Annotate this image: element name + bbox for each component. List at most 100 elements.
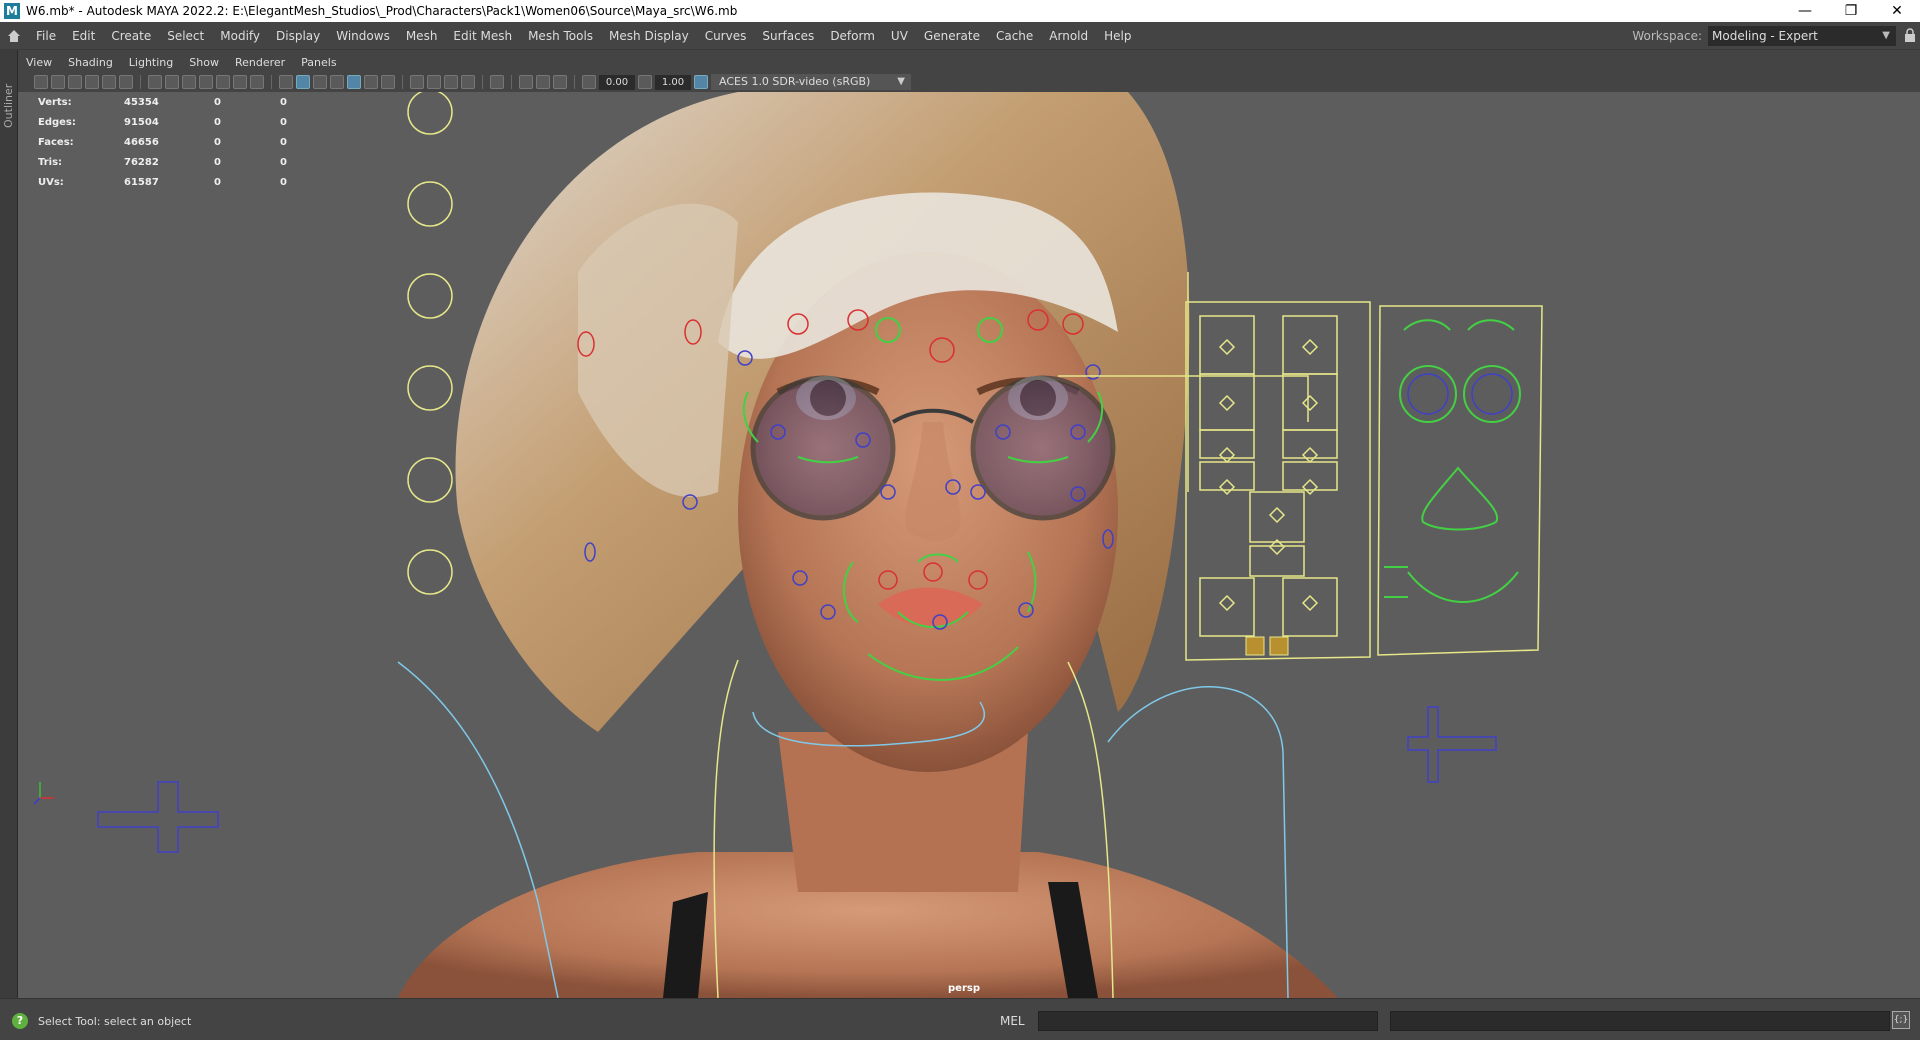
minimize-button[interactable]: — (1782, 0, 1828, 22)
hud-value: 0 (214, 116, 221, 128)
lock-icon[interactable] (1904, 28, 1916, 42)
hud-label: Verts: (38, 96, 72, 108)
menu-surfaces[interactable]: Surfaces (754, 22, 822, 50)
field-chart-icon[interactable] (216, 75, 230, 89)
hud-value: 91504 (124, 116, 159, 128)
mel-label[interactable]: MEL (1000, 1014, 1025, 1028)
restore-button[interactable]: ❐ (1828, 0, 1874, 22)
hud-value: 0 (280, 136, 287, 148)
outliner-tab[interactable]: Outliner (2, 58, 15, 128)
panel-menu-show[interactable]: Show (181, 56, 227, 69)
camera-label: persp (948, 983, 980, 994)
use-all-lights-icon[interactable] (364, 75, 378, 89)
grease-pencil-icon[interactable] (119, 75, 133, 89)
hud-value: 46656 (124, 136, 159, 148)
camera-attributes-icon[interactable] (51, 75, 65, 89)
anti-aliasing-icon[interactable] (444, 75, 458, 89)
grid-icon[interactable] (148, 75, 162, 89)
menu-uv[interactable]: UV (883, 22, 916, 50)
menu-arnold[interactable]: Arnold (1041, 22, 1096, 50)
mel-result-field (1390, 1011, 1890, 1031)
help-icon[interactable]: ? (12, 1013, 28, 1029)
home-icon[interactable] (0, 22, 28, 50)
hud-value: 61587 (124, 176, 159, 188)
help-line-bar: ? Select Tool: select an object MEL {;} (0, 998, 1920, 1040)
workspace-dropdown[interactable]: Modeling - Expert ▼ (1708, 26, 1896, 46)
safe-title-icon[interactable] (250, 75, 264, 89)
smooth-shade-icon[interactable] (296, 75, 310, 89)
panel-menu-panels[interactable]: Panels (293, 56, 344, 69)
gamma-icon[interactable] (638, 75, 652, 89)
color-space-dropdown[interactable]: ACES 1.0 SDR-video (sRGB) ▼ (711, 74, 911, 90)
viewport-scene (33, 92, 1543, 998)
menu-mesh-tools[interactable]: Mesh Tools (520, 22, 601, 50)
panel-menu-shading[interactable]: Shading (60, 56, 121, 69)
toolbar-divider (271, 75, 272, 89)
toolbar-divider (482, 75, 483, 89)
menu-display[interactable]: Display (268, 22, 328, 50)
chevron-down-icon: ▼ (1882, 30, 1890, 41)
wireframe-on-shaded-icon[interactable] (330, 75, 344, 89)
shadows-icon[interactable] (381, 75, 395, 89)
2d-pan-zoom-icon[interactable] (102, 75, 116, 89)
menu-mesh[interactable]: Mesh (398, 22, 446, 50)
hud-label: UVs: (38, 176, 64, 188)
close-button[interactable]: ✕ (1874, 0, 1920, 22)
color-management-icon[interactable] (694, 75, 708, 89)
menu-windows[interactable]: Windows (328, 22, 398, 50)
glasses-lens-right (970, 375, 1116, 521)
menu-deform[interactable]: Deform (822, 22, 883, 50)
menu-curves[interactable]: Curves (697, 22, 755, 50)
menu-cache[interactable]: Cache (988, 22, 1041, 50)
menu-file[interactable]: File (28, 22, 64, 50)
hud-row-edges: Edges: 91504 0 0 (38, 112, 310, 132)
gate-mask-icon[interactable] (199, 75, 213, 89)
panel-menu-renderer[interactable]: Renderer (227, 56, 293, 69)
exposure-field[interactable]: 0.00 (599, 74, 635, 90)
menu-select[interactable]: Select (159, 22, 212, 50)
xray-joints-icon[interactable] (553, 75, 567, 89)
script-editor-icon[interactable]: {;} (1892, 1011, 1910, 1029)
xray-icon[interactable] (519, 75, 533, 89)
menu-mesh-display[interactable]: Mesh Display (601, 22, 697, 50)
left-tool-strip: Outliner (0, 50, 18, 998)
gamma-field[interactable]: 1.00 (655, 74, 691, 90)
image-plane-icon[interactable] (85, 75, 99, 89)
film-gate-icon[interactable] (165, 75, 179, 89)
panel-menu-bar: View Shading Lighting Show Renderer Pane… (18, 52, 1920, 72)
facial-gui-face-shapes (1384, 319, 1521, 603)
xray-active-components-icon[interactable] (536, 75, 550, 89)
resolution-gate-icon[interactable] (182, 75, 196, 89)
depth-of-field-icon[interactable] (461, 75, 475, 89)
bookmark-icon[interactable] (68, 75, 82, 89)
perspective-viewport[interactable]: Verts: 45354 0 0 Edges: 91504 0 0 Faces:… (18, 92, 1920, 998)
mel-command-input[interactable] (1038, 1011, 1378, 1031)
menu-create[interactable]: Create (103, 22, 159, 50)
select-camera-icon[interactable] (34, 75, 48, 89)
panel-menu-lighting[interactable]: Lighting (121, 56, 181, 69)
glasses-lens-left (750, 375, 896, 521)
menu-help[interactable]: Help (1096, 22, 1139, 50)
exposure-icon[interactable] (582, 75, 596, 89)
panel-menu-view[interactable]: View (18, 56, 60, 69)
menu-modify[interactable]: Modify (212, 22, 268, 50)
toolbar-divider (140, 75, 141, 89)
cross-control-right (1407, 706, 1497, 783)
menu-edit-mesh[interactable]: Edit Mesh (445, 22, 520, 50)
safe-action-icon[interactable] (233, 75, 247, 89)
help-line-text: Select Tool: select an object (38, 1015, 192, 1028)
motion-blur-icon[interactable] (427, 75, 441, 89)
isolate-select-icon[interactable] (490, 75, 504, 89)
poly-count-hud: Verts: 45354 0 0 Edges: 91504 0 0 Faces:… (38, 92, 310, 192)
workspace-selector: Workspace: Modeling - Expert ▼ (1632, 26, 1896, 46)
wireframe-icon[interactable] (279, 75, 293, 89)
ambient-occlusion-icon[interactable] (410, 75, 424, 89)
menu-generate[interactable]: Generate (916, 22, 988, 50)
default-material-icon[interactable] (313, 75, 327, 89)
spine-controls (407, 92, 453, 595)
hud-value: 0 (280, 176, 287, 188)
textured-icon[interactable] (347, 75, 361, 89)
toolbar-divider (402, 75, 403, 89)
menu-edit[interactable]: Edit (64, 22, 103, 50)
hud-row-tris: Tris: 76282 0 0 (38, 152, 310, 172)
